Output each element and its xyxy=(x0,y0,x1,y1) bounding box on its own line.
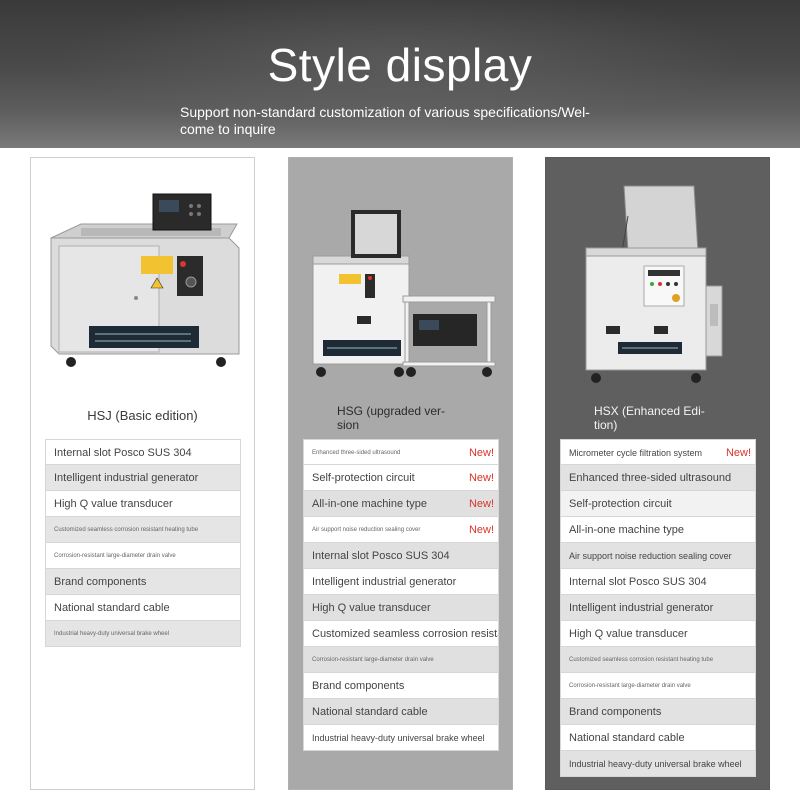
feature-row: Corrosion-resistant large-diameter drain… xyxy=(45,543,241,569)
feature-label: Internal slot Posco SUS 304 xyxy=(569,576,707,588)
feature-row: Self-protection circuit xyxy=(560,491,756,517)
product-title: HSJ (Basic edition) xyxy=(87,408,198,423)
product-panel-hsj: HSJ (Basic edition) Internal slot Posco … xyxy=(30,157,255,790)
new-badge: New! xyxy=(468,472,494,484)
feature-label: Enhanced three-sided ultrasound xyxy=(312,450,401,456)
feature-row: Intelligent industrial generator xyxy=(560,595,756,621)
page-title: Style display xyxy=(267,39,533,91)
feature-row: Industrial heavy-duty universal brake wh… xyxy=(303,725,499,751)
feature-label: Corrosion-resistant large-diameter drain… xyxy=(54,553,176,559)
product-panel-hsx: HSX (Enhanced Edi-tion) Micrometer cycle… xyxy=(545,157,770,790)
feature-label: High Q value transducer xyxy=(312,602,431,614)
new-badge: New! xyxy=(468,524,494,536)
feature-label: Corrosion-resistant large-diameter drain… xyxy=(569,683,691,689)
feature-row: National standard cable xyxy=(303,699,499,725)
ultrasonic-cleaner-basic-image xyxy=(50,193,240,367)
feature-row: High Q value transducer xyxy=(45,491,241,517)
ultrasonic-cleaner-enhanced-image xyxy=(585,185,723,383)
feature-label: Air support noise reduction sealing cove… xyxy=(569,551,732,561)
feature-row: Enhanced three-sided ultrasound New! xyxy=(303,439,499,465)
feature-row: High Q value transducer xyxy=(560,621,756,647)
feature-label: Self-protection circuit xyxy=(312,472,415,484)
feature-label: Enhanced three-sided ultrasound xyxy=(569,472,732,484)
feature-label: High Q value transducer xyxy=(569,628,688,640)
feature-label: Air support noise reduction sealing cove… xyxy=(312,527,421,533)
feature-label: All-in-one machine type xyxy=(312,498,427,510)
feature-row: Air support noise reduction sealing cove… xyxy=(560,543,756,569)
feature-row: All-in-one machine type New! xyxy=(303,491,499,517)
product-panel-hsg: HSG (upgraded ver-sion Enhanced three-si… xyxy=(288,157,513,790)
feature-row: High Q value transducer xyxy=(303,595,499,621)
feature-label: Corrosion-resistant large-diameter drain… xyxy=(312,657,434,663)
header-banner: Style display Support non-standard custo… xyxy=(0,0,800,148)
feature-row: Internal slot Posco SUS 304 xyxy=(45,439,241,465)
feature-row: Corrosion-resistant large-diameter drain… xyxy=(303,647,499,673)
new-badge: New! xyxy=(468,498,494,510)
feature-label: Intelligent industrial generator xyxy=(569,602,714,614)
feature-label: Industrial heavy-duty universal brake wh… xyxy=(54,631,170,637)
feature-label: Industrial heavy-duty universal brake wh… xyxy=(312,733,485,743)
feature-row: Intelligent industrial generator xyxy=(45,465,241,491)
feature-label: Brand components xyxy=(312,680,405,692)
feature-row: Brand components xyxy=(303,673,499,699)
feature-row: Internal slot Posco SUS 304 xyxy=(303,543,499,569)
feature-row: Customized seamless corrosion resistan xyxy=(303,621,499,647)
feature-label: Micrometer cycle filtration system xyxy=(569,448,703,458)
feature-label: Customized seamless corrosion resistant … xyxy=(569,657,714,663)
feature-label: National standard cable xyxy=(54,602,170,614)
feature-label: National standard cable xyxy=(569,732,685,744)
feature-label: All-in-one machine type xyxy=(569,524,684,536)
product-title: HSG (upgraded ver-sion xyxy=(337,404,446,432)
feature-row: Intelligent industrial generator xyxy=(303,569,499,595)
feature-row: Micrometer cycle filtration system New! xyxy=(560,439,756,465)
feature-label: Internal slot Posco SUS 304 xyxy=(312,550,450,562)
feature-label: Customized seamless corrosion resistan xyxy=(312,628,499,640)
feature-row: Customized seamless corrosion resistant … xyxy=(45,517,241,543)
feature-row: Brand components xyxy=(560,699,756,725)
feature-row: Brand components xyxy=(45,569,241,595)
feature-row: Corrosion-resistant large-diameter drain… xyxy=(560,673,756,699)
feature-label: Self-protection circuit xyxy=(569,498,672,510)
feature-label: Intelligent industrial generator xyxy=(54,472,199,484)
feature-row: National standard cable xyxy=(45,595,241,621)
feature-label: Industrial heavy-duty universal brake wh… xyxy=(569,759,742,769)
feature-label: Brand components xyxy=(54,576,147,588)
page-subtitle: Support non-standard customization of va… xyxy=(180,104,590,137)
feature-label: Intelligent industrial generator xyxy=(312,576,457,588)
feature-label: High Q value transducer xyxy=(54,498,173,510)
feature-row: Industrial heavy-duty universal brake wh… xyxy=(560,751,756,777)
product-title: HSX (Enhanced Edi-tion) xyxy=(594,404,705,432)
feature-row: Enhanced three-sided ultrasound xyxy=(560,465,756,491)
feature-list: Micrometer cycle filtration system New! E… xyxy=(560,439,756,777)
feature-label: Brand components xyxy=(569,706,662,718)
feature-row: Air support noise reduction sealing cove… xyxy=(303,517,499,543)
feature-list: Enhanced three-sided ultrasound New! Self… xyxy=(303,439,499,751)
new-badge: New! xyxy=(468,447,494,459)
feature-label: Customized seamless corrosion resistant … xyxy=(54,527,199,533)
new-badge: New! xyxy=(725,447,751,459)
feature-row: Customized seamless corrosion resistant … xyxy=(560,647,756,673)
feature-list: Internal slot Posco SUS 304 Intelligent … xyxy=(45,439,241,647)
feature-row: Internal slot Posco SUS 304 xyxy=(560,569,756,595)
feature-label: National standard cable xyxy=(312,706,428,718)
feature-row: Self-protection circuit New! xyxy=(303,465,499,491)
ultrasonic-cleaner-upgraded-image xyxy=(312,210,496,377)
feature-label: Internal slot Posco SUS 304 xyxy=(54,447,192,459)
feature-row: All-in-one machine type xyxy=(560,517,756,543)
feature-row: Industrial heavy-duty universal brake wh… xyxy=(45,621,241,647)
feature-row: National standard cable xyxy=(560,725,756,751)
